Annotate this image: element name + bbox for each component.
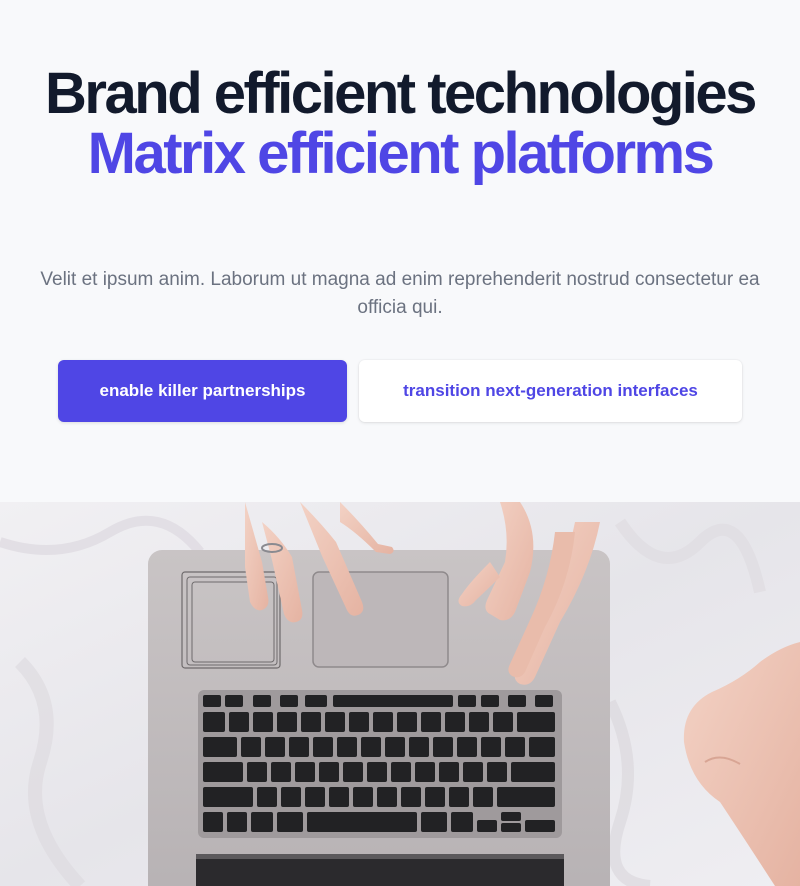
hero-title-accent: Matrix efficient platforms xyxy=(87,121,715,186)
hero-section: Brand efficient technologies Matrix effi… xyxy=(0,0,800,502)
hero-subtitle: Velit et ipsum anim. Laborum ut magna ad… xyxy=(40,269,760,318)
primary-cta-button[interactable]: enable killer partnerships xyxy=(58,360,347,422)
hero-headline: Brand efficient technologies Matrix effi… xyxy=(0,64,800,184)
secondary-cta-button[interactable]: transition next-generation interfaces xyxy=(359,360,742,422)
hero-title: Brand efficient technologies xyxy=(45,61,757,126)
hero-image xyxy=(0,502,800,886)
laptop-photo xyxy=(0,502,800,886)
